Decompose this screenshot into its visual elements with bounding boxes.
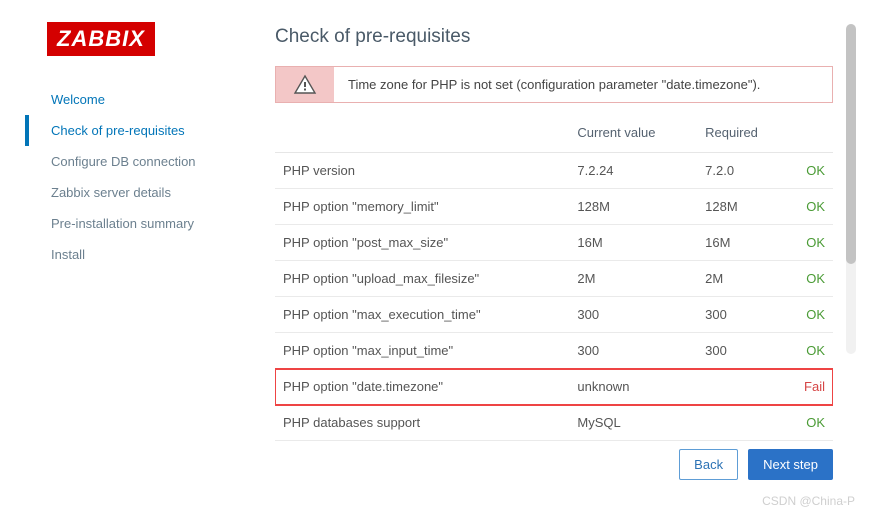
alert-message: Time zone for PHP is not set (configurat… [334, 67, 832, 102]
cell-required: 2M [697, 261, 796, 297]
cell-name: PHP option "date.timezone" [275, 369, 569, 405]
table-row: PHP option "max_execution_time"300300OK [275, 297, 833, 333]
cell-current: 300 [569, 333, 697, 369]
page-title: Check of pre-requisites [275, 26, 833, 48]
cell-required: 16M [697, 225, 796, 261]
sidebar-item-3[interactable]: Zabbix server details [25, 177, 255, 208]
cell-current: 7.2.24 [569, 153, 697, 189]
sidebar-item-0[interactable]: Welcome [25, 84, 255, 115]
col-status [796, 115, 833, 153]
cell-required [697, 405, 796, 441]
table-row: PHP option "upload_max_filesize"2M2MOK [275, 261, 833, 297]
col-current: Current value [569, 115, 697, 153]
cell-current: unknown [569, 369, 697, 405]
cell-name: PHP option "max_execution_time" [275, 297, 569, 333]
next-step-button[interactable]: Next step [748, 449, 833, 480]
cell-required: 7.2.0 [697, 153, 796, 189]
table-row: PHP option "date.timezone"unknown Fail [275, 369, 833, 405]
cell-name: PHP databases support [275, 405, 569, 441]
alert-box: Time zone for PHP is not set (configurat… [275, 66, 833, 103]
cell-status: OK [796, 405, 833, 441]
sidebar-item-2[interactable]: Configure DB connection [25, 146, 255, 177]
scrollbar-thumb[interactable] [846, 24, 856, 264]
table-row: PHP databases supportMySQL OK [275, 405, 833, 441]
zabbix-logo: ZABBIX [47, 22, 155, 56]
sidebar-item-4[interactable]: Pre-installation summary [25, 208, 255, 239]
cell-status: OK [796, 225, 833, 261]
cell-status: OK [796, 153, 833, 189]
watermark: CSDN @China-P [762, 494, 855, 508]
cell-status: Fail [796, 369, 833, 405]
table-row: PHP option "max_input_time"300300OK [275, 333, 833, 369]
cell-current: 16M [569, 225, 697, 261]
cell-current: 2M [569, 261, 697, 297]
cell-required: 300 [697, 333, 796, 369]
sidebar-item-5[interactable]: Install [25, 239, 255, 270]
cell-name: PHP option "max_input_time" [275, 333, 569, 369]
warning-icon [276, 67, 334, 102]
cell-required [697, 369, 796, 405]
sidebar-item-1[interactable]: Check of pre-requisites [25, 115, 255, 146]
cell-status: OK [796, 261, 833, 297]
cell-name: PHP option "upload_max_filesize" [275, 261, 569, 297]
table-row: PHP version7.2.247.2.0OK [275, 153, 833, 189]
cell-name: PHP option "post_max_size" [275, 225, 569, 261]
cell-current: MySQL [569, 405, 697, 441]
cell-current: 128M [569, 189, 697, 225]
back-button[interactable]: Back [679, 449, 738, 480]
cell-required: 300 [697, 297, 796, 333]
scrollbar[interactable] [846, 24, 856, 354]
cell-status: OK [796, 189, 833, 225]
col-required: Required [697, 115, 796, 153]
cell-required: 128M [697, 189, 796, 225]
cell-status: OK [796, 333, 833, 369]
table-row: PHP option "memory_limit"128M128MOK [275, 189, 833, 225]
table-row: PHP option "post_max_size"16M16MOK [275, 225, 833, 261]
cell-current: 300 [569, 297, 697, 333]
cell-name: PHP version [275, 153, 569, 189]
cell-status: OK [796, 297, 833, 333]
cell-name: PHP option "memory_limit" [275, 189, 569, 225]
col-name [275, 115, 569, 153]
prerequisites-table: Current value Required PHP version7.2.24… [275, 115, 833, 441]
